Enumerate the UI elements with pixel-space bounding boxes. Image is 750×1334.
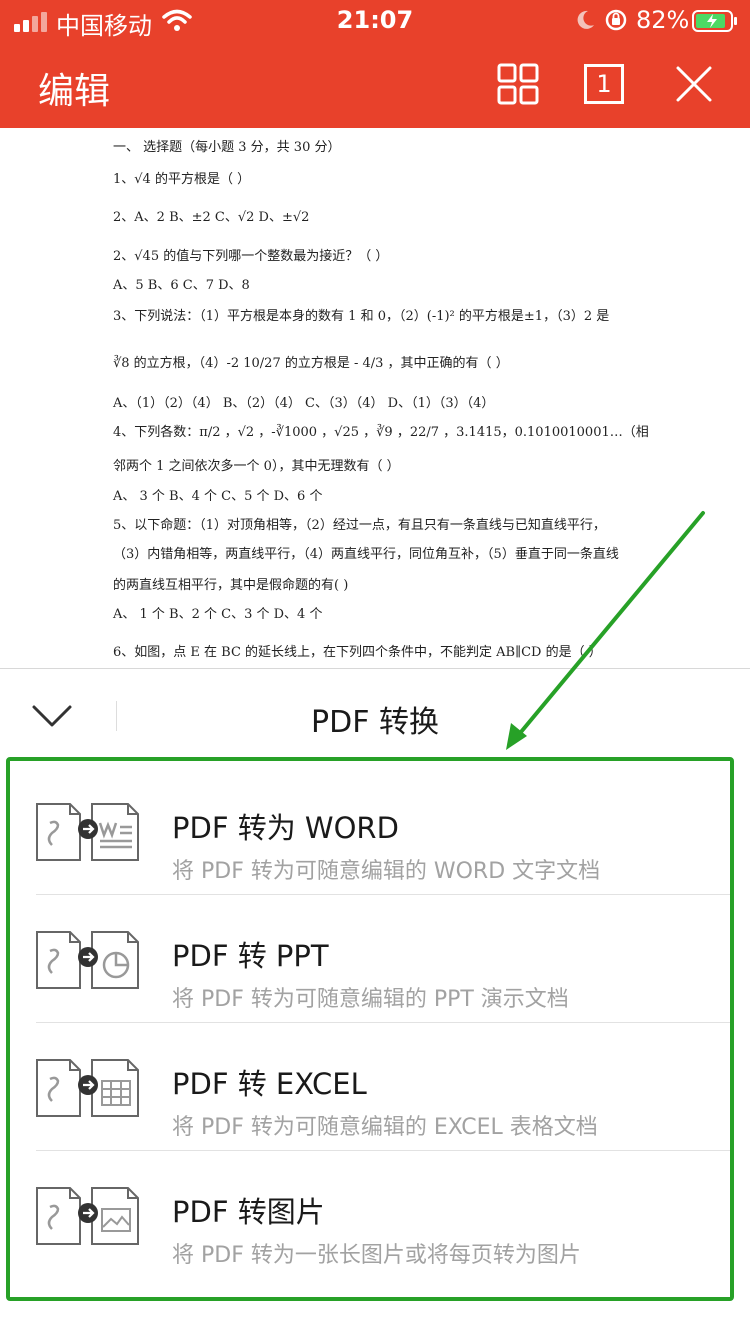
- doc-line: 3、下列说法：（1）平方根是本身的数有 1 和 0，（2）(-1)² 的平方根是…: [113, 309, 610, 324]
- doc-line: 2、√45 的值与下列哪一个整数最为接近？（ ）: [113, 249, 389, 264]
- rotation-lock-icon: [605, 9, 627, 31]
- option-title: PDF 转为 WORD: [172, 811, 399, 845]
- page-count-button[interactable]: 1: [584, 64, 624, 104]
- sheet-header: PDF 转换: [0, 669, 750, 763]
- page-title: 编辑: [38, 71, 111, 112]
- doc-line: ∛8 的立方根，（4）-2 10/27 的立方根是 - 4/3 ，其中正确的有（…: [113, 356, 509, 371]
- doc-line: 5、以下命题：（1）对顶角相等，（2）经过一点，有且只有一条直线与已知直线平行，: [113, 518, 606, 533]
- doc-line: 4、下列各数：π/2 ，√2 ，-∛1000 ，√25 ，∛9 ，22/7 ，3…: [113, 425, 649, 440]
- header: 编辑 1: [0, 44, 750, 128]
- top-bar: 中国移动 21:07 82% 编辑 1: [0, 0, 750, 128]
- doc-line: 6、如图，点 E 在 BC 的延长线上，在下列四个条件中，不能判定 AB∥CD …: [113, 645, 602, 660]
- option-title: PDF 转 EXCEL: [172, 1067, 367, 1101]
- pdf-to-excel-icon: [36, 1059, 139, 1117]
- option-pdf-to-excel[interactable]: PDF 转 EXCEL 将 PDF 转为可随意编辑的 EXCEL 表格文档: [10, 1023, 730, 1151]
- doc-line: A、5 B、6 C、7 D、8: [113, 278, 250, 293]
- option-title: PDF 转图片: [172, 1195, 325, 1229]
- doc-line: 2、A、2 B、±2 C、√2 D、±√2: [113, 210, 310, 225]
- doc-line: 1、√4 的平方根是（ ）: [113, 172, 251, 187]
- pdf-to-ppt-icon: [36, 931, 139, 989]
- pdf-to-image-icon: [36, 1187, 139, 1245]
- doc-line: 一、 选择题（每小题 3 分，共 30 分）: [113, 140, 341, 155]
- option-description: 将 PDF 转为可随意编辑的 EXCEL 表格文档: [172, 1115, 598, 1140]
- battery-percent: 82%: [636, 6, 690, 34]
- conversion-options: PDF 转为 WORD 将 PDF 转为可随意编辑的 WORD 文字文档 PDF…: [6, 757, 734, 1301]
- pdf-to-word-icon: [36, 803, 139, 861]
- option-pdf-to-word[interactable]: PDF 转为 WORD 将 PDF 转为可随意编辑的 WORD 文字文档: [10, 767, 730, 895]
- option-description: 将 PDF 转为可随意编辑的 PPT 演示文档: [172, 987, 569, 1012]
- moon-icon: [577, 10, 594, 29]
- grid-icon[interactable]: [496, 62, 540, 106]
- status-bar: 中国移动 21:07 82%: [0, 0, 750, 44]
- option-title: PDF 转 PPT: [172, 939, 329, 973]
- doc-line: A、 3 个 B、4 个 C、5 个 D、6 个: [113, 489, 323, 504]
- pdf-convert-sheet: PDF 转换 PDF 转为 WORD 将 PDF 转为可随意编辑的 WORD 文…: [0, 668, 750, 1334]
- doc-line: A、 1 个 B、2 个 C、3 个 D、4 个: [113, 607, 323, 622]
- battery-icon: [692, 10, 737, 32]
- doc-line: 邻两个 1 之间依次多一个 0），其中无理数有（ ）: [113, 459, 400, 474]
- close-icon[interactable]: [672, 62, 716, 106]
- doc-line: A、（1）（2）（4） B、（2）（4） C、（3）（4） D、（1）（3）（4…: [113, 396, 495, 411]
- option-pdf-to-image[interactable]: PDF 转图片 将 PDF 转为一张长图片或将每页转为图片: [10, 1151, 730, 1279]
- option-description: 将 PDF 转为一张长图片或将每页转为图片: [172, 1243, 581, 1268]
- document-preview[interactable]: 一、 选择题（每小题 3 分，共 30 分） 1、√4 的平方根是（ ） 2、A…: [0, 128, 750, 668]
- sheet-title: PDF 转换: [311, 705, 439, 740]
- doc-line: 的两直线互相平行，其中是假命题的有( ): [113, 578, 349, 593]
- option-pdf-to-ppt[interactable]: PDF 转 PPT 将 PDF 转为可随意编辑的 PPT 演示文档: [10, 895, 730, 1023]
- doc-line: （3）内错角相等，两直线平行，（4）两直线平行，同位角互补，（5）垂直于同一条直…: [113, 547, 619, 562]
- option-description: 将 PDF 转为可随意编辑的 WORD 文字文档: [172, 859, 601, 884]
